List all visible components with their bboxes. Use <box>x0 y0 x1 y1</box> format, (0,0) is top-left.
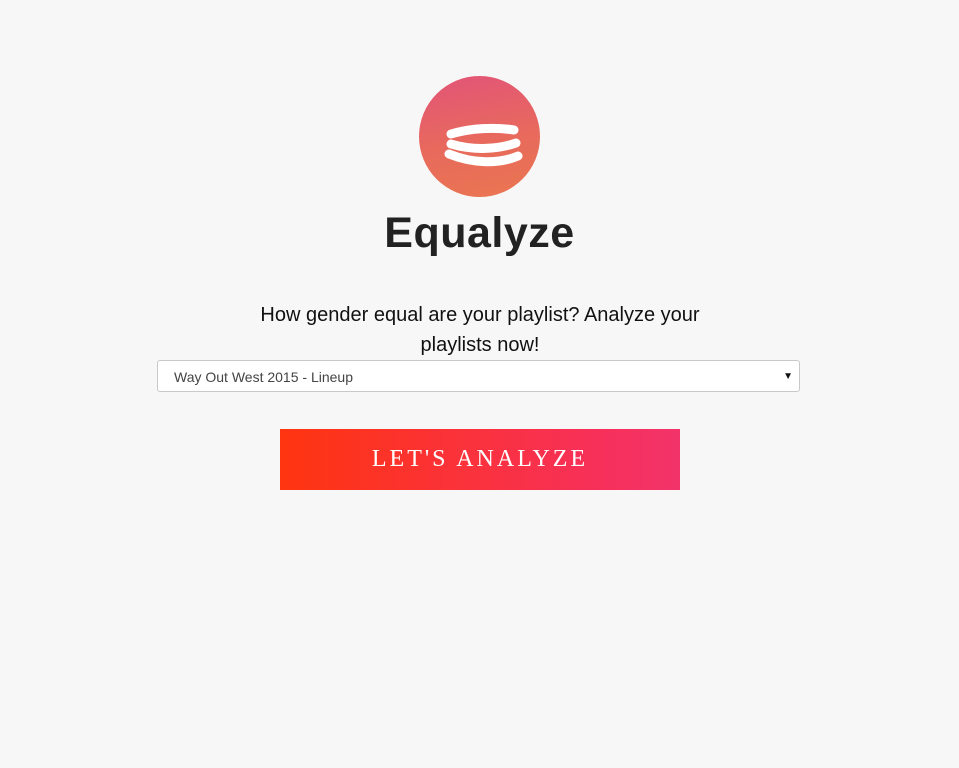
equalyze-logo-icon <box>419 76 540 197</box>
analyze-button-label: LET'S ANALYZE <box>371 446 589 472</box>
playlist-select[interactable]: Way Out West 2015 - Lineup ▼ <box>157 360 800 392</box>
dropdown-arrow-icon[interactable]: ▼ <box>783 361 793 392</box>
playlist-select-value: Way Out West 2015 - Lineup <box>174 369 353 385</box>
analyze-button[interactable]: LET'S ANALYZE <box>280 429 680 490</box>
app-title: Equalyze <box>384 209 575 257</box>
tagline-text: How gender equal are your playlist? Anal… <box>260 304 700 356</box>
